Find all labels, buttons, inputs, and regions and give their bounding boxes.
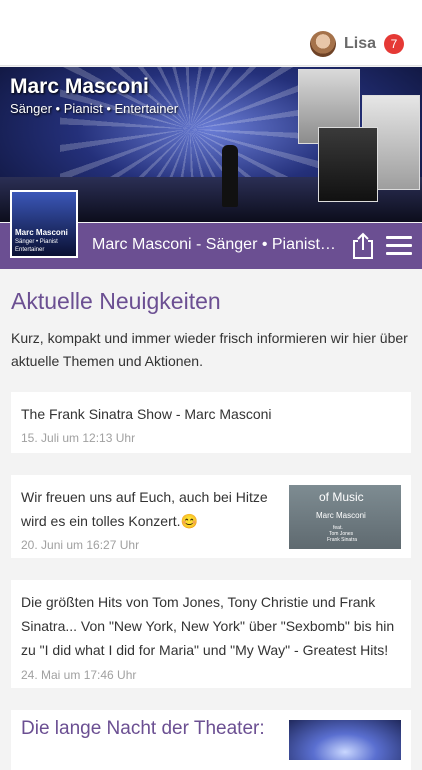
news-text: Die größten Hits von Tom Jones, Tony Chr… xyxy=(21,594,395,658)
news-text: The Frank Sinatra Show - Marc Masconi xyxy=(21,406,272,422)
logo-line: Entertainer xyxy=(15,247,45,253)
news-item[interactable]: The Frank Sinatra Show - Marc Masconi 15… xyxy=(11,392,411,453)
news-item[interactable]: Die lange Nacht der Theater: xyxy=(11,710,411,770)
news-image[interactable] xyxy=(289,720,401,760)
news-title: Die lange Nacht der Theater: xyxy=(21,718,265,739)
avatar[interactable] xyxy=(309,31,336,57)
user-profile[interactable]: Lisa 7 xyxy=(309,30,404,58)
top-bar: Lisa 7 xyxy=(0,0,422,66)
news-date: 15. Juli um 12:13 Uhr xyxy=(21,431,136,445)
notification-badge[interactable]: 7 xyxy=(384,34,404,54)
logo-title: Marc Masconi xyxy=(15,228,68,237)
page-title: Aktuelle Neuigkeiten xyxy=(11,288,221,314)
page-intro: Kurz, kompakt und immer wieder frisch in… xyxy=(11,330,408,369)
logo-line: Sänger • Pianist xyxy=(15,239,58,245)
news-item[interactable]: Die größten Hits von Tom Jones, Tony Chr… xyxy=(11,580,411,688)
hero-title: Marc Masconi xyxy=(10,75,149,98)
news-text: Wir freuen uns auf Euch, auch bei Hitze … xyxy=(21,489,268,529)
news-date: 20. Juni um 16:27 Uhr xyxy=(21,538,140,552)
share-icon[interactable] xyxy=(350,232,376,260)
hero-subtitle: Sänger • Pianist • Entertainer xyxy=(10,101,179,116)
news-item[interactable]: Wir freuen uns auf Euch, auch bei Hitze … xyxy=(11,475,411,558)
news-image[interactable]: of Music Marc Masconi feat. Tom Jones Fr… xyxy=(289,485,401,549)
image-text: Frank Sinatra xyxy=(327,537,358,543)
image-text: of Music xyxy=(319,490,364,504)
performer-silhouette xyxy=(222,145,238,207)
hamburger-menu-icon[interactable] xyxy=(386,236,412,256)
artist-photo xyxy=(318,127,378,202)
news-date: 24. Mai um 17:46 Uhr xyxy=(21,668,137,682)
app-logo[interactable]: Marc Masconi Sänger • Pianist Entertaine… xyxy=(10,190,78,258)
app-title: Marc Masconi - Sänger • Pianist • Entert… xyxy=(92,236,337,253)
image-text: Marc Masconi xyxy=(316,511,366,520)
user-name[interactable]: Lisa xyxy=(344,35,376,53)
